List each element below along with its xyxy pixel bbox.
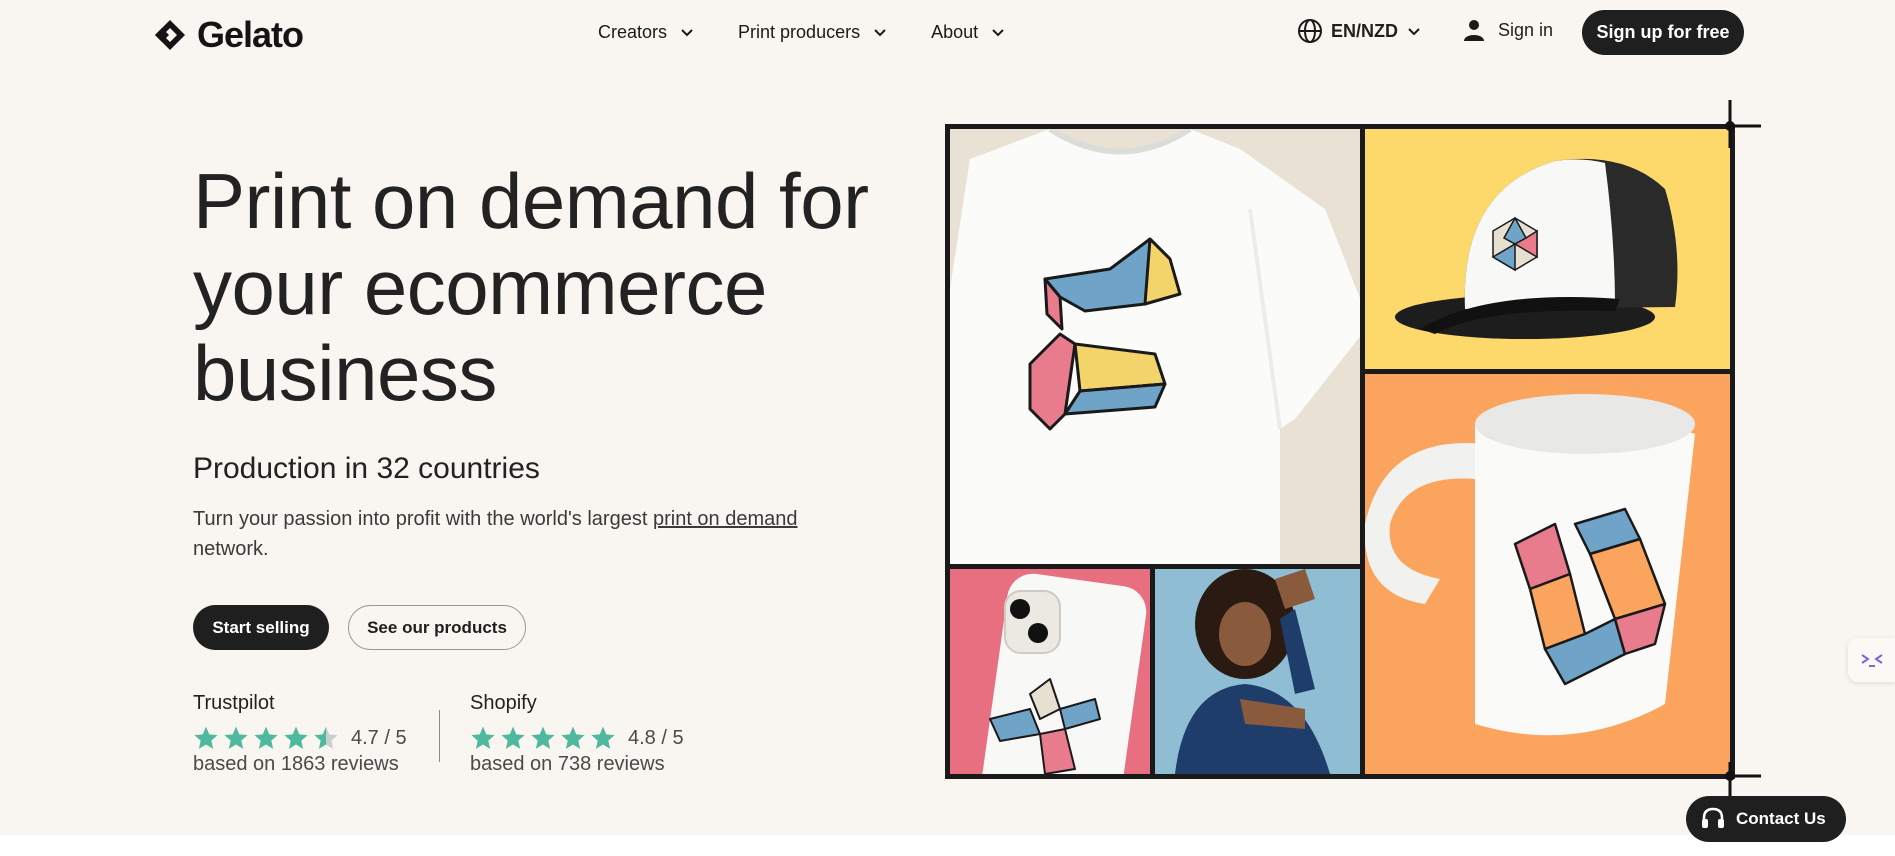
star-icon	[591, 726, 615, 749]
crop-mark-top-right	[1725, 100, 1761, 148]
chat-bot-icon	[1860, 654, 1883, 667]
nav-item-about[interactable]: About	[931, 18, 1006, 46]
mug-panel	[1365, 374, 1730, 774]
star-icon	[284, 726, 308, 749]
rating-score: 4.8 / 5	[628, 726, 684, 749]
star-icon	[471, 726, 495, 749]
chevron-down-icon	[874, 29, 886, 37]
tshirt-panel	[950, 129, 1360, 564]
rating-trustpilot[interactable]: Trustpilot 4.7 / 5 based on 1863 reviews	[193, 692, 407, 776]
star-rating	[470, 725, 616, 751]
phone-case-panel	[950, 569, 1150, 774]
contact-us-label: Contact Us	[1736, 809, 1826, 828]
star-icon	[561, 726, 585, 749]
person-image	[1175, 569, 1330, 774]
star-icon	[314, 726, 338, 749]
rating-divider	[439, 710, 440, 762]
description-text: network.	[193, 538, 269, 560]
crop-mark-bottom-right	[1725, 762, 1761, 796]
product-collage	[945, 124, 1735, 779]
language-label: EN/NZD	[1331, 20, 1398, 41]
print-on-demand-link[interactable]: print on demand	[653, 508, 798, 530]
person-panel	[1155, 569, 1360, 774]
sign-in-label: Sign in	[1498, 19, 1554, 40]
phone-case-image	[982, 573, 1147, 774]
star-rating	[193, 725, 339, 751]
cap-image	[1395, 158, 1678, 339]
gelato-logo-icon	[155, 20, 185, 50]
language-selector[interactable]: EN/NZD	[1297, 18, 1422, 44]
see-products-button[interactable]: See our products	[348, 605, 526, 650]
rating-score: 4.7 / 5	[351, 726, 407, 749]
gelato-logo[interactable]: Gelato	[153, 14, 304, 56]
rating-source: Shopify	[470, 692, 537, 714]
mug-image	[1365, 394, 1695, 736]
cap-panel	[1365, 129, 1730, 369]
chevron-down-icon	[681, 29, 693, 37]
chat-bot-tab[interactable]	[1848, 638, 1895, 682]
hero-title: Print on demand for your ecommerce busin…	[193, 157, 869, 417]
nav-item-creators[interactable]: Creators	[598, 18, 695, 46]
sign-in-link[interactable]: Sign in	[1462, 18, 1553, 42]
rating-shopify[interactable]: Shopify 4.8 / 5 based on 738 reviews	[470, 692, 684, 776]
nav-item-label: Print producers	[738, 21, 861, 42]
sign-up-button[interactable]: Sign up for free	[1582, 10, 1744, 55]
headset-icon	[1702, 807, 1724, 828]
globe-icon	[1298, 19, 1322, 43]
star-icon	[531, 726, 555, 749]
tshirt-image	[950, 129, 1360, 564]
rating-review-count: based on 738 reviews	[470, 753, 665, 775]
chevron-down-icon	[992, 29, 1004, 37]
star-icon	[224, 726, 248, 749]
star-icon	[254, 726, 278, 749]
rating-review-count: based on 1863 reviews	[193, 753, 399, 775]
chevron-down-icon	[1408, 28, 1420, 36]
contact-us-button[interactable]: Contact Us	[1686, 796, 1846, 842]
brand-name: Gelato	[197, 14, 304, 55]
star-icon	[194, 726, 218, 749]
nav-item-label: About	[931, 21, 979, 42]
nav-item-print-producers[interactable]: Print producers	[738, 18, 888, 46]
user-icon	[1464, 20, 1484, 41]
star-icon	[501, 726, 525, 749]
nav-item-label: Creators	[598, 21, 668, 42]
hero-subheading: Production in 32 countries	[193, 452, 540, 485]
hero-description: Turn your passion into profit with the w…	[193, 504, 853, 564]
main-nav: Creators Print producers About	[598, 18, 1006, 46]
rating-source: Trustpilot	[193, 692, 275, 714]
description-text: Turn your passion into profit with the w…	[193, 508, 648, 530]
start-selling-button[interactable]: Start selling	[193, 605, 329, 650]
